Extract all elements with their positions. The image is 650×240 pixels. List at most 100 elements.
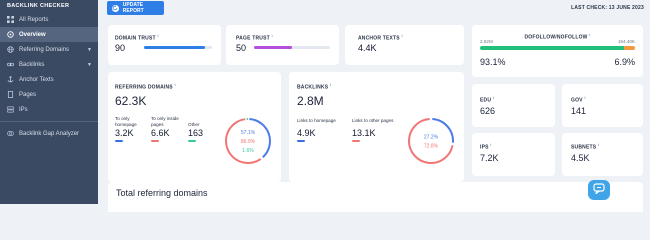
info-icon[interactable]: i: [490, 142, 491, 147]
info-icon[interactable]: i: [330, 82, 331, 87]
donut-label: 72.8%: [424, 144, 439, 150]
sidebar-item-label: Backlinks: [19, 61, 45, 68]
chat-button[interactable]: [588, 180, 610, 200]
bl-sub-label: Links to other pages: [352, 118, 394, 123]
edu-value: 626: [480, 106, 496, 116]
bl-sub-homepage: Links to homepage 4.9K: [297, 118, 343, 142]
bl-sub-color: [297, 140, 305, 142]
nofollow-count: 194.40K: [617, 39, 635, 44]
ref-sub-color: [188, 140, 196, 142]
page-trust-card: PAGE TRUST i 50: [226, 25, 339, 65]
domain-trust-card: DOMAIN TRUST i 90: [108, 25, 221, 65]
edu-card: EDU i 626: [472, 84, 555, 127]
page-trust-bar: [254, 46, 330, 49]
ref-sub-homepage: To only homepage 3.2K: [115, 116, 145, 142]
sidebar-item-anchor-texts[interactable]: Anchor Texts: [0, 72, 98, 87]
gov-title: GOV i: [571, 95, 586, 104]
info-icon[interactable]: i: [271, 33, 272, 38]
page-icon: [6, 91, 14, 99]
ref-sub-other: Other 163: [188, 116, 214, 142]
dofollow-count: 2.62M: [480, 39, 493, 44]
domain-trust-bar: [144, 46, 212, 49]
referring-domains-card: REFERRING DOMAINS i 62.3K To only homepa…: [108, 72, 281, 182]
update-report-button[interactable]: UPDATE REPORT: [107, 1, 164, 15]
subnets-title: SUBNETS i: [571, 142, 599, 151]
anchor-texts-title: ANCHOR TEXTS i: [358, 33, 403, 42]
ips-card: IPS i 7.2K: [472, 133, 555, 176]
donut-label: 27.2%: [424, 135, 439, 141]
ref-sub-label: To only homepage: [115, 116, 137, 127]
sidebar-divider: [0, 121, 98, 122]
sidebar-item-all-reports[interactable]: All Reports: [0, 12, 98, 27]
sidebar-item-ips[interactable]: IPs: [0, 102, 98, 117]
info-icon[interactable]: i: [174, 82, 175, 87]
ref-sub-color: [115, 140, 123, 142]
dofollow-percent: 93.1%: [480, 57, 506, 67]
info-icon[interactable]: i: [157, 33, 158, 38]
nofollow-bar-segment: [624, 46, 635, 50]
referring-domains-donut: 57.1% 86.9% 1.6%: [225, 118, 271, 164]
dofollow-nofollow-card: DOFOLLOW/NOFOLLOW i 2.62M 194.40K 93.1% …: [472, 25, 643, 77]
home-icon: [6, 31, 14, 39]
dofollow-nofollow-bar: [480, 46, 635, 50]
gov-value: 141: [571, 106, 587, 116]
sidebar-item-referring-domains[interactable]: Referring Domains ▼: [0, 42, 98, 57]
donut-label: 1.6%: [242, 148, 254, 154]
sidebar-item-overview[interactable]: Overview: [0, 27, 98, 42]
total-referring-domains-title: Total referring domains: [116, 188, 208, 198]
anchor-texts-card: ANCHOR TEXTS i 4.4K: [345, 25, 464, 65]
ref-sub-label: Other: [188, 122, 200, 127]
domain-trust-title: DOMAIN TRUST i: [115, 33, 159, 42]
sidebar-item-backlinks[interactable]: Backlinks ▼: [0, 57, 98, 72]
domain-trust-value: 90: [115, 43, 126, 53]
info-icon[interactable]: i: [584, 95, 585, 100]
nofollow-percent: 6.9%: [614, 57, 635, 67]
gov-card: GOV i 141: [562, 84, 643, 127]
info-icon[interactable]: i: [493, 95, 494, 100]
bl-sub-value: 13.1K: [352, 128, 376, 138]
chat-icon: [593, 181, 605, 199]
subnets-card: SUBNETS i 4.5K: [562, 133, 643, 176]
ips-label: IPS: [480, 144, 489, 151]
link-icon: [6, 61, 14, 69]
sidebar-item-pages[interactable]: Pages: [0, 87, 98, 102]
grid-icon: [6, 16, 14, 24]
donut-label: 86.9%: [241, 139, 256, 145]
bl-sub-color: [352, 140, 360, 142]
page-trust-title: PAGE TRUST i: [236, 33, 273, 42]
info-icon[interactable]: i: [598, 142, 599, 147]
referring-domains-label: REFERRING DOMAINS: [115, 84, 173, 91]
page-trust-value: 50: [236, 43, 247, 53]
update-report-label: UPDATE REPORT: [122, 2, 144, 14]
sidebar-item-label: Overview: [19, 31, 46, 38]
globe-icon: [6, 46, 14, 54]
bl-sub-label: Links to homepage: [297, 118, 336, 123]
referring-domains-value: 62.3K: [115, 94, 147, 108]
server-icon: [6, 106, 14, 114]
backlinks-donut: 27.2% 72.8%: [408, 118, 454, 164]
sidebar: BACKLINK CHECKER All Reports Overview Re…: [0, 0, 98, 204]
info-icon[interactable]: i: [401, 33, 402, 38]
page-trust-label: PAGE TRUST: [236, 35, 270, 42]
subnets-value: 4.5K: [571, 153, 590, 163]
app-brand: BACKLINK CHECKER: [7, 3, 70, 9]
sidebar-item-label: Referring Domains: [19, 46, 70, 53]
anchor-texts-label: ANCHOR TEXTS: [358, 35, 400, 42]
backlinks-card: BACKLINKS i 2.8M Links to homepage 4.9K …: [289, 72, 464, 182]
domain-trust-bar-fill: [144, 46, 206, 49]
ref-sub-color: [151, 140, 159, 142]
backlinks-value: 2.8M: [297, 94, 324, 108]
dofollow-nofollow-label: DOFOLLOW/NOFOLLOW: [524, 34, 588, 41]
last-check-date: LAST CHECK: 13 JUNE 2023: [571, 5, 644, 11]
ref-sub-inside: To only inside pages 6.6K: [151, 116, 183, 142]
ref-sub-value: 3.2K: [115, 128, 134, 138]
bl-sub-other: Links to other pages 13.1K: [352, 118, 407, 142]
sidebar-item-label: All Reports: [19, 16, 49, 23]
ref-sub-label: To only inside pages: [151, 116, 179, 127]
sidebar-item-backlink-gap-analyzer[interactable]: Backlink Gap Analyzer: [0, 126, 98, 141]
info-icon[interactable]: i: [589, 32, 590, 37]
gap-icon: [6, 130, 14, 138]
total-referring-domains-card: Total referring domains: [108, 182, 643, 212]
ref-sub-value: 163: [188, 128, 204, 138]
ips-title: IPS i: [480, 142, 492, 151]
